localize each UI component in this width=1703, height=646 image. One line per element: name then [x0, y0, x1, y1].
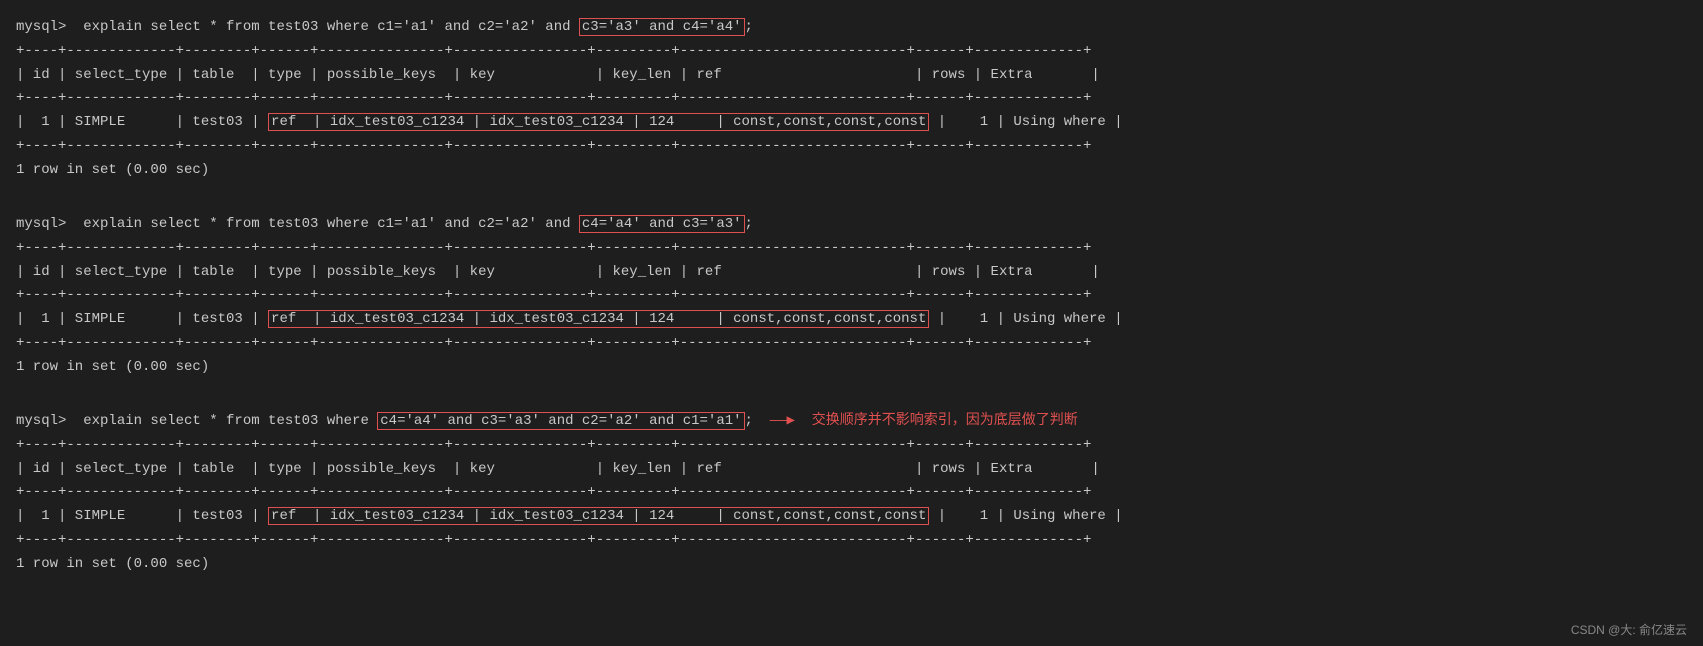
data-row-2: | 1 | SIMPLE | test03 | ref | idx_test03…	[16, 308, 1687, 332]
annotation-text: 交换顺序并不影响索引，因为底层做了判断	[812, 413, 1078, 429]
highlight-condition-1: c3='a3' and c4='a4'	[579, 18, 745, 36]
header-2: | id | select_type | table | type | poss…	[16, 261, 1687, 285]
prompt-text-3: mysql> explain select * from test03 wher…	[16, 413, 377, 429]
highlight-condition-2: c4='a4' and c3='a3'	[579, 215, 745, 233]
prompt-line-2: mysql> explain select * from test03 wher…	[16, 213, 1687, 237]
prompt-line-3: mysql> explain select * from test03 wher…	[16, 410, 1687, 434]
row-count-3: 1 row in set (0.00 sec)	[16, 553, 1687, 577]
block-1: mysql> explain select * from test03 wher…	[16, 16, 1687, 183]
separator-2c: +----+-------------+--------+------+----…	[16, 332, 1687, 356]
row-count-2: 1 row in set (0.00 sec)	[16, 356, 1687, 380]
separator-1a: +----+-------------+--------+------+----…	[16, 40, 1687, 64]
separator-2a: +----+-------------+--------+------+----…	[16, 237, 1687, 261]
separator-2b: +----+-------------+--------+------+----…	[16, 284, 1687, 308]
prompt-text-1: mysql> explain select * from test03 wher…	[16, 19, 579, 35]
separator-1b: +----+-------------+--------+------+----…	[16, 87, 1687, 111]
prompt-end-2: ;	[745, 216, 753, 232]
data-highlight-2: ref | idx_test03_c1234 | idx_test03_c123…	[268, 310, 929, 328]
block-2: mysql> explain select * from test03 wher…	[16, 213, 1687, 380]
separator-3c: +----+-------------+--------+------+----…	[16, 529, 1687, 553]
highlight-condition-3: c4='a4' and c3='a3' and c2='a2' and c1='…	[377, 412, 744, 430]
row-count-1: 1 row in set (0.00 sec)	[16, 159, 1687, 183]
separator-1c: +----+-------------+--------+------+----…	[16, 135, 1687, 159]
data-highlight-3: ref | idx_test03_c1234 | idx_test03_c123…	[268, 507, 929, 525]
block-3: mysql> explain select * from test03 wher…	[16, 410, 1687, 577]
prompt-text-2: mysql> explain select * from test03 wher…	[16, 216, 579, 232]
data-highlight-1: ref | idx_test03_c1234 | idx_test03_c123…	[268, 113, 929, 131]
header-3: | id | select_type | table | type | poss…	[16, 458, 1687, 482]
data-row-3: | 1 | SIMPLE | test03 | ref | idx_test03…	[16, 505, 1687, 529]
separator-3b: +----+-------------+--------+------+----…	[16, 481, 1687, 505]
prompt-line-1: mysql> explain select * from test03 wher…	[16, 16, 1687, 40]
separator-3a: +----+-------------+--------+------+----…	[16, 434, 1687, 458]
prompt-end-3: ;	[745, 413, 753, 429]
header-1: | id | select_type | table | type | poss…	[16, 64, 1687, 88]
arrow-icon: ——▶	[770, 413, 795, 429]
prompt-end-1: ;	[745, 19, 753, 35]
data-row-1: | 1 | SIMPLE | test03 | ref | idx_test03…	[16, 111, 1687, 135]
footer-text: CSDN @大: 俞亿速云	[1571, 621, 1687, 638]
terminal: mysql> explain select * from test03 wher…	[16, 16, 1687, 577]
